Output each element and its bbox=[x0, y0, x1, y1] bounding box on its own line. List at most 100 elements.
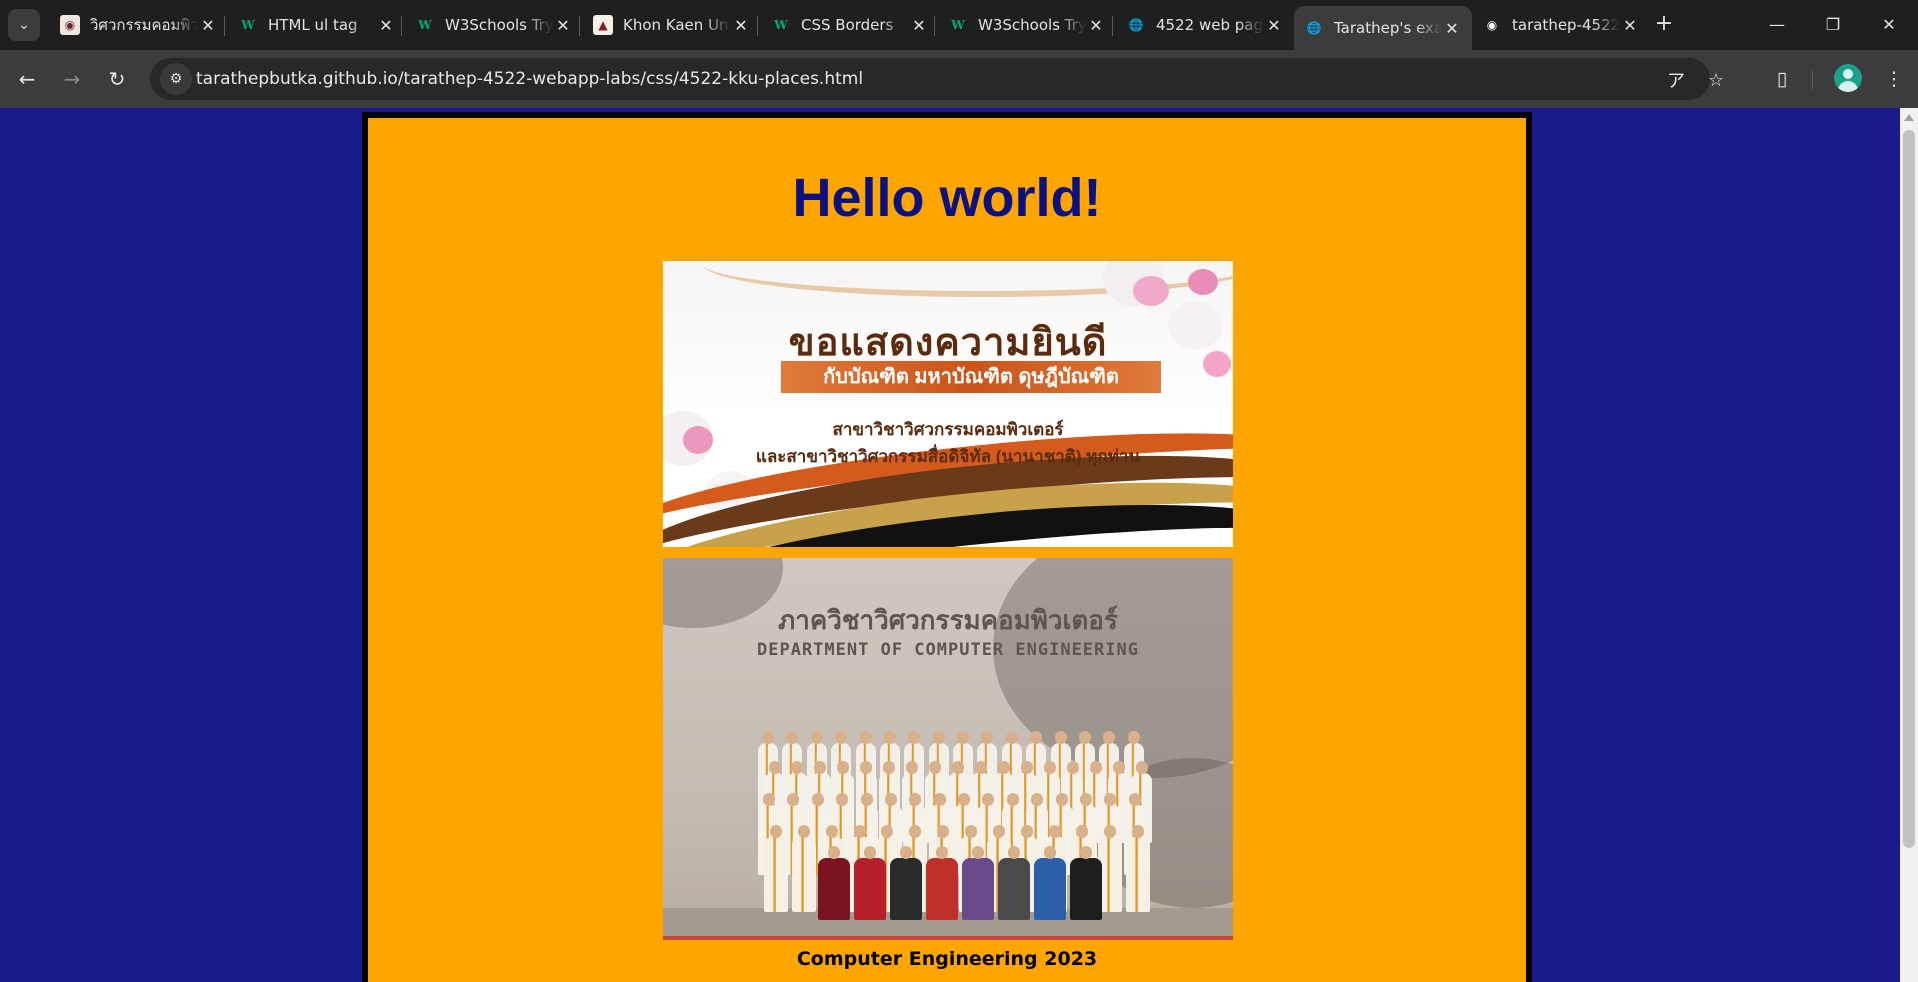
graduate-face bbox=[957, 731, 969, 744]
url-text[interactable]: tarathepbutka.github.io/tarathep-4522-we… bbox=[196, 69, 863, 89]
tab-title: Tarathep's example bbox=[1334, 19, 1442, 37]
close-icon[interactable]: ✕ bbox=[1442, 19, 1462, 38]
graduate-figure bbox=[791, 825, 816, 912]
minimize-button[interactable]: — bbox=[1754, 6, 1800, 42]
graduate-face bbox=[1135, 761, 1148, 774]
tab-8-active[interactable]: 🌐 Tarathep's example ✕ bbox=[1294, 6, 1472, 50]
tab-1[interactable]: ◉ วิศวกรรมคอมพิวเตอร์ ✕ bbox=[50, 6, 228, 44]
tab-strip: ⌄ ◉ วิศวกรรมคอมพิวเตอร์ ✕ W HTML ul tag … bbox=[0, 0, 1918, 50]
menu-icon[interactable]: ⋮ bbox=[1878, 63, 1910, 95]
graduate-face bbox=[859, 731, 872, 744]
restore-button[interactable]: ❐ bbox=[1810, 6, 1856, 42]
w3schools-icon: W bbox=[774, 18, 788, 32]
tab-title: tarathep-4522 bbox=[1512, 16, 1620, 34]
graduate-face bbox=[1031, 793, 1044, 806]
tab-separator bbox=[224, 16, 225, 36]
page-viewport: Hello world! ขอแสดงความยินดี กับบัณฑิต ม… bbox=[0, 108, 1900, 982]
new-tab-button[interactable]: + bbox=[1650, 10, 1678, 40]
close-icon[interactable]: ✕ bbox=[1264, 16, 1284, 35]
tab-9[interactable]: ◉ tarathep-4522 ✕ bbox=[1472, 6, 1650, 44]
tab-4[interactable]: ▲ Khon Kaen University ✕ bbox=[583, 6, 761, 44]
vertical-scrollbar[interactable] bbox=[1900, 108, 1918, 982]
close-icon[interactable]: ✕ bbox=[731, 16, 751, 35]
graduate-face bbox=[1104, 825, 1117, 838]
graduates-group bbox=[758, 731, 1153, 920]
translate-icon[interactable]: ア bbox=[1662, 66, 1690, 94]
orchid-flower bbox=[1133, 276, 1169, 306]
w3schools-icon: W bbox=[418, 18, 432, 32]
tab-separator bbox=[934, 16, 935, 36]
scroll-up-arrow-icon[interactable] bbox=[1904, 114, 1914, 121]
arrow-right-icon: → bbox=[63, 67, 81, 91]
graduate-face bbox=[1054, 731, 1067, 744]
avatar-body bbox=[1838, 81, 1858, 92]
w3schools-icon: W bbox=[951, 18, 965, 32]
graduate-face bbox=[1132, 825, 1145, 838]
reload-button[interactable]: ↻ bbox=[100, 62, 134, 96]
tab-7[interactable]: 🌐 4522 web pages ✕ bbox=[1116, 6, 1294, 44]
tab-2[interactable]: W HTML ul tag ✕ bbox=[228, 6, 406, 44]
tab-title: HTML ul tag bbox=[268, 16, 358, 34]
bookmark-star-icon[interactable]: ☆ bbox=[1702, 66, 1730, 94]
graduate-face bbox=[909, 825, 922, 838]
scrollbar-thumb[interactable] bbox=[1903, 130, 1915, 848]
close-icon[interactable]: ✕ bbox=[553, 16, 573, 35]
extensions-icon[interactable]: ▯ bbox=[1766, 63, 1798, 95]
faculty-figure bbox=[890, 846, 922, 920]
close-window-button[interactable]: ✕ bbox=[1866, 6, 1912, 42]
graduate-face bbox=[1020, 761, 1033, 774]
curb-line bbox=[663, 936, 1233, 940]
plus-icon: + bbox=[1654, 11, 1674, 36]
tab-separator bbox=[1112, 16, 1113, 36]
graduate-face bbox=[881, 825, 894, 838]
graduate-face bbox=[1005, 731, 1018, 744]
orchid-flower bbox=[1188, 269, 1218, 295]
faculty-face bbox=[972, 846, 984, 859]
graduate-face bbox=[825, 825, 838, 838]
globe-icon: 🌐 bbox=[1306, 21, 1322, 35]
close-icon[interactable]: ✕ bbox=[1086, 16, 1106, 35]
faculty-figure bbox=[818, 846, 850, 920]
kku-seal-icon: ▲ bbox=[593, 15, 613, 35]
tab-6[interactable]: W W3Schools Tryit Editor ✕ bbox=[938, 6, 1116, 44]
graduate-face bbox=[1103, 731, 1116, 744]
close-icon[interactable]: ✕ bbox=[198, 16, 218, 35]
arrow-left-icon: ← bbox=[18, 67, 36, 91]
graduate-face bbox=[965, 825, 977, 838]
github-icon: ◉ bbox=[1486, 18, 1498, 32]
graduate-figure bbox=[1126, 825, 1151, 912]
faculty-face bbox=[900, 846, 912, 859]
faculty-figure bbox=[1034, 846, 1066, 920]
forward-button[interactable]: → bbox=[55, 62, 89, 96]
close-icon[interactable]: ✕ bbox=[909, 16, 929, 35]
graduate-face bbox=[1030, 731, 1043, 744]
photo-caption: Computer Engineering 2023 bbox=[796, 948, 1098, 970]
site-info-icon[interactable]: ⚙ bbox=[160, 63, 192, 95]
graduate-face bbox=[952, 761, 965, 774]
graduate-face bbox=[1048, 825, 1061, 838]
tab-title: CSS Borders bbox=[801, 16, 894, 34]
address-bar[interactable]: ⚙ tarathepbutka.github.io/tarathep-4522-… bbox=[150, 58, 1724, 100]
minimize-icon: — bbox=[1769, 14, 1785, 34]
tab-search-button[interactable]: ⌄ bbox=[8, 9, 40, 41]
faculty-face bbox=[828, 846, 840, 859]
graduate-face bbox=[1127, 731, 1140, 744]
banner-subtext: สาขาวิชาวิศวกรรมคอมพิวเตอร์ bbox=[832, 420, 1064, 439]
tab-5[interactable]: W CSS Borders ✕ bbox=[761, 6, 939, 44]
graduate-figure bbox=[764, 825, 788, 912]
faculty-figure bbox=[926, 846, 958, 920]
faculty-face bbox=[936, 846, 948, 859]
content-box: Hello world! ขอแสดงความยินดี กับบัณฑิต ม… bbox=[362, 112, 1532, 982]
close-icon[interactable]: ✕ bbox=[1620, 16, 1640, 35]
close-icon[interactable]: ✕ bbox=[376, 16, 396, 35]
avatar[interactable] bbox=[1834, 64, 1862, 92]
restore-icon: ❐ bbox=[1825, 14, 1841, 34]
graduate-face bbox=[1078, 731, 1091, 744]
faculty-face bbox=[1080, 846, 1092, 859]
graduate-face bbox=[937, 825, 950, 838]
faculty-figure bbox=[998, 846, 1030, 920]
tab-3[interactable]: W W3Schools Tryit Editor ✕ bbox=[405, 6, 583, 44]
graduate-face bbox=[797, 825, 810, 838]
kku-logo-icon: ◉ bbox=[60, 15, 80, 35]
back-button[interactable]: ← bbox=[10, 62, 44, 96]
